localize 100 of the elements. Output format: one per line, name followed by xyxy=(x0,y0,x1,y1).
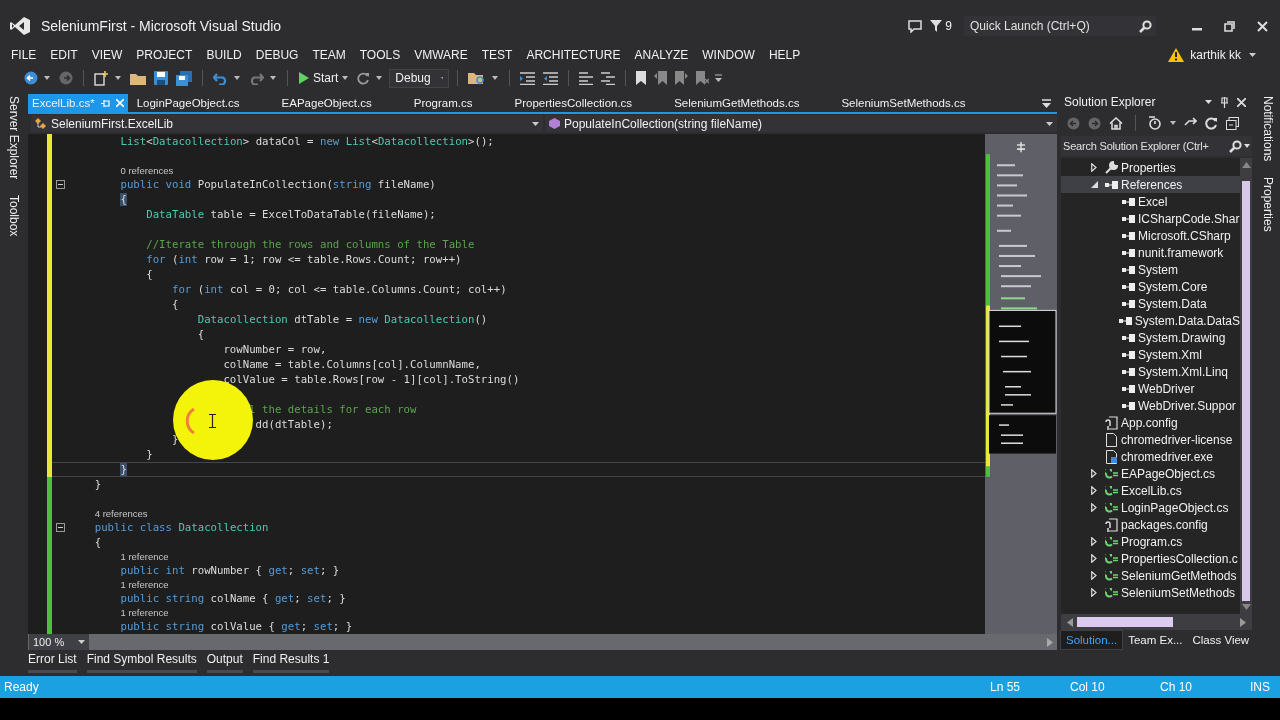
collapsed-arrow-icon[interactable] xyxy=(1091,554,1097,563)
menu-item[interactable]: BUILD xyxy=(199,48,249,62)
scroll-thumb[interactable] xyxy=(1077,617,1173,627)
tree-item[interactable]: Microsoft.CSharp xyxy=(1061,227,1240,244)
tree-item[interactable]: System.Xml.Linq xyxy=(1061,363,1240,380)
document-tab[interactable]: PropertiesCollection.cs xyxy=(510,94,637,112)
tree-item[interactable]: WebDriver.Suppor xyxy=(1061,397,1240,414)
tree-item[interactable]: chromedriver-license xyxy=(1061,431,1240,448)
filter-icon[interactable] xyxy=(930,20,943,32)
tree-item[interactable]: PropertiesCollection.c xyxy=(1061,550,1240,567)
configuration-dropdown[interactable]: Debug xyxy=(389,68,450,88)
tree-item[interactable]: Excel xyxy=(1061,193,1240,210)
quick-launch-field[interactable]: Quick Launch (Ctrl+Q) xyxy=(964,16,1156,36)
scroll-up-icon[interactable] xyxy=(1241,162,1251,168)
reference-count[interactable]: 4 references xyxy=(94,508,148,519)
document-tab[interactable]: LoginPageObject.cs xyxy=(132,94,244,112)
comment-icon[interactable] xyxy=(579,71,594,85)
scroll-down-icon[interactable] xyxy=(1241,604,1251,610)
caret-icon[interactable] xyxy=(115,76,121,80)
caret-icon[interactable] xyxy=(1205,100,1212,104)
save-all-icon[interactable] xyxy=(176,70,192,86)
tree-item[interactable]: SeleniumGetMethods xyxy=(1061,567,1240,584)
caret-icon[interactable] xyxy=(234,76,240,80)
collapsed-arrow-icon[interactable] xyxy=(1091,503,1097,512)
collapsed-arrow-icon[interactable] xyxy=(1091,486,1097,495)
member-dropdown[interactable]: PopulateInCollection(string fileName) xyxy=(545,115,1057,132)
document-tab[interactable]: EAPageObject.cs xyxy=(277,94,376,112)
warning-icon[interactable] xyxy=(1168,48,1185,62)
menu-item[interactable]: TOOLS xyxy=(352,48,408,62)
search-icon[interactable] xyxy=(1229,139,1242,153)
close-icon[interactable] xyxy=(1257,20,1268,32)
collapsed-arrow-icon[interactable] xyxy=(1091,163,1097,172)
tree-item[interactable]: chromedriver.exe xyxy=(1061,448,1240,465)
menu-item[interactable]: HELP xyxy=(761,48,808,62)
collapse-all-icon[interactable] xyxy=(1226,116,1239,130)
indent-icon[interactable] xyxy=(520,71,536,85)
caret-icon[interactable] xyxy=(44,76,50,80)
tree-item[interactable]: nunit.framework xyxy=(1061,244,1240,261)
folder-icon[interactable] xyxy=(130,71,146,85)
previous-bookmark-icon[interactable] xyxy=(654,71,668,85)
redo-icon[interactable] xyxy=(249,71,264,85)
tree-item[interactable]: App.config xyxy=(1061,414,1240,431)
menu-item[interactable]: TEST xyxy=(474,48,520,62)
tree-item[interactable]: ICSharpCode.Shar xyxy=(1061,210,1240,227)
feedback-icon[interactable] xyxy=(908,19,923,33)
menu-item[interactable]: ARCHITECTURE xyxy=(519,48,628,62)
reference-count[interactable]: 0 references xyxy=(120,165,174,176)
class-dropdown[interactable]: SeleniumFirst.ExcelLib xyxy=(31,115,543,132)
menu-item[interactable]: DEBUG xyxy=(248,48,306,62)
panel-tab[interactable]: Solution... xyxy=(1060,630,1124,650)
caret-icon[interactable] xyxy=(376,76,383,80)
menu-item[interactable]: WINDOW xyxy=(695,48,762,62)
tree-item[interactable]: System.Drawing xyxy=(1061,329,1240,346)
vertical-scrollbar[interactable] xyxy=(1240,158,1252,614)
forward-icon[interactable] xyxy=(59,71,73,85)
tree-item[interactable]: System.Core xyxy=(1061,278,1240,295)
menu-item[interactable]: FILE xyxy=(4,48,44,62)
uncomment-icon[interactable] xyxy=(601,71,616,85)
clear-bookmarks-icon[interactable] xyxy=(696,71,710,85)
scroll-left-icon[interactable] xyxy=(1067,617,1073,627)
restore-icon[interactable] xyxy=(1224,20,1235,32)
user-name[interactable]: karthik kk xyxy=(1190,48,1241,62)
document-tab[interactable]: SeleniumSetMethods.cs xyxy=(837,94,970,112)
tree-item[interactable]: Properties xyxy=(1061,159,1240,176)
new-project-icon[interactable] xyxy=(94,70,109,86)
close-icon[interactable] xyxy=(1237,97,1246,107)
refresh-icon[interactable] xyxy=(357,71,371,85)
pending-changes-icon[interactable] xyxy=(1148,116,1162,130)
caret-icon[interactable] xyxy=(270,76,276,80)
pin-icon[interactable] xyxy=(1220,96,1229,108)
horizontal-scrollbar[interactable] xyxy=(1061,614,1252,630)
side-tab[interactable]: Server Explorer xyxy=(7,96,21,180)
search-icon[interactable] xyxy=(1139,19,1152,33)
toolbar-overflow-icon[interactable] xyxy=(715,74,723,82)
tree-item[interactable]: ExcelLib.cs xyxy=(1061,482,1240,499)
zoom-dropdown[interactable]: 100 % xyxy=(29,634,90,650)
scroll-right-icon[interactable] xyxy=(1240,617,1246,627)
tool-window-tab[interactable]: Output xyxy=(206,650,243,673)
tree-item[interactable]: WebDriver xyxy=(1061,380,1240,397)
save-icon[interactable] xyxy=(154,71,168,85)
tool-window-tab[interactable]: Error List xyxy=(28,650,77,673)
collapse-icon[interactable] xyxy=(56,523,65,532)
forward-icon[interactable] xyxy=(1088,116,1101,130)
collapsed-arrow-icon[interactable] xyxy=(1091,537,1097,546)
menu-item[interactable]: TEAM xyxy=(305,48,353,62)
code-minimap[interactable] xyxy=(985,134,1057,634)
tree-item[interactable]: System.Data xyxy=(1061,295,1240,312)
back-icon[interactable] xyxy=(24,71,38,85)
tab-list-icon[interactable] xyxy=(1042,98,1051,108)
tree-item[interactable]: Program.cs xyxy=(1061,533,1240,550)
tree-item[interactable]: SeleniumSetMethods xyxy=(1061,584,1240,601)
tool-window-tab[interactable]: Find Results 1 xyxy=(252,650,330,673)
reference-count[interactable]: 1 reference xyxy=(120,551,169,562)
caret-icon[interactable] xyxy=(1244,144,1250,148)
collapsed-arrow-icon[interactable] xyxy=(1091,588,1097,597)
reference-count[interactable]: 1 reference xyxy=(120,607,169,618)
next-bookmark-icon[interactable] xyxy=(675,71,689,85)
tree-item[interactable]: packages.config xyxy=(1061,516,1240,533)
tree-item[interactable]: References xyxy=(1061,176,1240,193)
tree-item[interactable]: EAPageObject.cs xyxy=(1061,465,1240,482)
